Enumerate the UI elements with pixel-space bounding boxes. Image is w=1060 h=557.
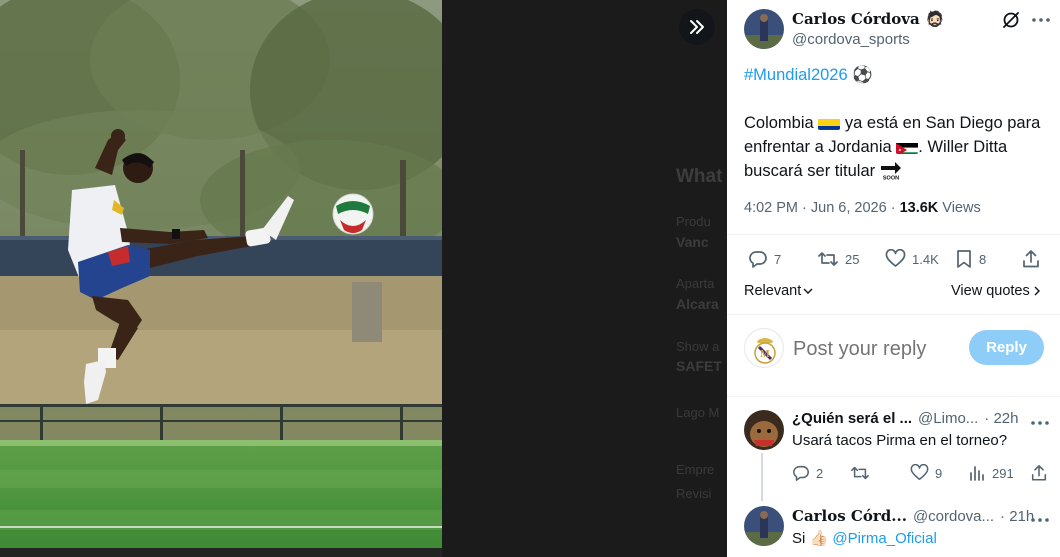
tweet-body-part: Colombia xyxy=(744,114,814,132)
retweet-count: 25 xyxy=(845,251,860,267)
share-action[interactable] xyxy=(1021,249,1041,269)
reply-more-button[interactable] xyxy=(1031,509,1049,527)
heart-icon xyxy=(885,249,906,267)
reply-text: Si 👍🏻 @Pirma_Oficial xyxy=(792,529,937,547)
bookmark-icon xyxy=(957,250,971,268)
author-avatar[interactable] xyxy=(744,9,784,49)
double-chevron-right-icon xyxy=(690,20,704,34)
grok-icon xyxy=(1003,12,1019,28)
reply-count: 7 xyxy=(774,251,782,267)
reply-reply-count: 2 xyxy=(816,465,824,481)
author-name[interactable]: Carlos Córdova xyxy=(792,10,920,28)
tweet-meta: 4:02 PM · Jun 6, 2026 · 13.6K Views xyxy=(744,200,981,216)
svg-text:SOON: SOON xyxy=(883,176,899,182)
retweet-action[interactable]: 25 xyxy=(817,249,859,269)
background-heading: What xyxy=(676,166,723,187)
reply-time[interactable]: · 21h xyxy=(1000,508,1034,525)
svg-text:M: M xyxy=(760,349,770,360)
reply-text: Usará tacos Pirma en el torneo? xyxy=(792,432,1008,449)
reply-avatar[interactable] xyxy=(744,410,784,450)
soon-arrow-icon: SOON xyxy=(880,159,902,182)
background-row-value: Alcara xyxy=(676,296,719,312)
reply-icon xyxy=(793,465,809,481)
mention-link[interactable]: @Pirma_Oficial xyxy=(832,530,936,547)
heart-icon xyxy=(910,464,929,481)
tweet-detail-panel: Carlos Córdova 🧔🏻 @cordova_sports #Mundi… xyxy=(727,0,1060,557)
share-icon xyxy=(1031,465,1047,481)
divider xyxy=(727,314,1060,315)
reply-author-handle[interactable]: @cordova... xyxy=(913,508,994,525)
more-dots-icon xyxy=(1031,518,1049,522)
reply-reply-action[interactable]: 2 xyxy=(792,464,823,482)
background-row-value: SAFET xyxy=(676,358,722,374)
background-row-label: Show a xyxy=(676,339,720,354)
reply-time[interactable]: · 22h xyxy=(984,410,1018,427)
real-madrid-crest-icon: M xyxy=(754,338,776,364)
collapse-panel-button[interactable] xyxy=(679,9,715,45)
reply-avatar[interactable] xyxy=(744,506,784,546)
author-emoji: 🧔🏻 xyxy=(925,11,945,28)
like-action[interactable]: 1.4K xyxy=(885,249,939,269)
background-row-label: Revisi xyxy=(676,486,712,501)
colombia-flag-icon xyxy=(818,116,841,130)
like-count: 1.4K xyxy=(912,251,939,267)
background-row-label: Produ xyxy=(676,214,711,229)
reply-text-prefix: Si 👍🏻 xyxy=(792,530,833,547)
retweet-icon xyxy=(818,252,838,266)
background-row-label: Lago M xyxy=(676,405,720,420)
reply-icon xyxy=(749,251,767,268)
jordan-flag-icon xyxy=(896,140,919,154)
background-row-label: Aparta xyxy=(676,276,715,291)
reply-avatar-image xyxy=(744,410,784,450)
reply-author-name[interactable]: ¿Quién será el ... xyxy=(792,410,912,427)
more-options-button[interactable] xyxy=(1030,10,1052,30)
chevron-right-icon xyxy=(1034,286,1040,296)
thread-line xyxy=(761,453,763,501)
reply-input[interactable] xyxy=(793,336,953,362)
reply-action[interactable]: 7 xyxy=(748,249,781,269)
reply-views-count: 291 xyxy=(992,465,1014,481)
hashtag-link[interactable]: #Mundial2026 xyxy=(744,66,848,84)
retweet-icon xyxy=(851,466,869,480)
media-viewer: What Produ Vanc Aparta Alcara Show a SAF… xyxy=(0,0,727,557)
reply-retweet-action[interactable] xyxy=(850,464,876,482)
author-avatar-image xyxy=(744,9,784,49)
share-icon xyxy=(1023,250,1039,268)
photo-scene xyxy=(0,0,442,548)
author-handle[interactable]: @cordova_sports xyxy=(792,31,910,48)
reply-avatar-image xyxy=(744,506,784,546)
background-row-value: Vanc xyxy=(676,234,709,250)
sort-replies-dropdown[interactable]: Relevant xyxy=(744,283,813,299)
view-quotes-link[interactable]: View quotes xyxy=(951,283,1041,299)
more-dots-icon xyxy=(1031,421,1049,425)
sort-label: Relevant xyxy=(744,283,802,299)
bookmark-count: 8 xyxy=(979,251,987,267)
views-count: 13.6K xyxy=(899,200,939,216)
soccer-ball-emoji: ⚽ xyxy=(852,66,873,84)
timestamp[interactable]: 4:02 PM · Jun 6, 2026 · xyxy=(744,200,900,216)
reply-share-action[interactable] xyxy=(1030,464,1048,482)
reply-views[interactable]: 291 xyxy=(968,464,1014,482)
grok-button[interactable] xyxy=(1001,10,1021,30)
reply-author-name[interactable]: Carlos Córd... xyxy=(792,507,907,525)
view-quotes-label: View quotes xyxy=(951,283,1030,299)
views-label: Views xyxy=(942,200,981,216)
tweet-body: Colombia ya está en San Diego para enfre… xyxy=(744,111,1049,183)
reply-like-action[interactable]: 9 xyxy=(910,464,942,482)
chevron-down-icon xyxy=(803,288,813,294)
reply-like-count: 9 xyxy=(935,465,943,481)
tweet-photo[interactable] xyxy=(0,0,442,548)
background-row-label: Empre xyxy=(676,462,715,477)
divider xyxy=(727,234,1060,235)
more-dots-icon xyxy=(1032,18,1050,22)
divider xyxy=(727,396,1060,397)
reply-more-button[interactable] xyxy=(1031,412,1049,430)
analytics-icon xyxy=(970,466,984,481)
reply-button[interactable]: Reply xyxy=(969,330,1044,365)
current-user-avatar[interactable]: M xyxy=(744,328,784,368)
bookmark-action[interactable]: 8 xyxy=(955,249,986,269)
reply-author-handle[interactable]: @Limo... xyxy=(918,410,978,427)
